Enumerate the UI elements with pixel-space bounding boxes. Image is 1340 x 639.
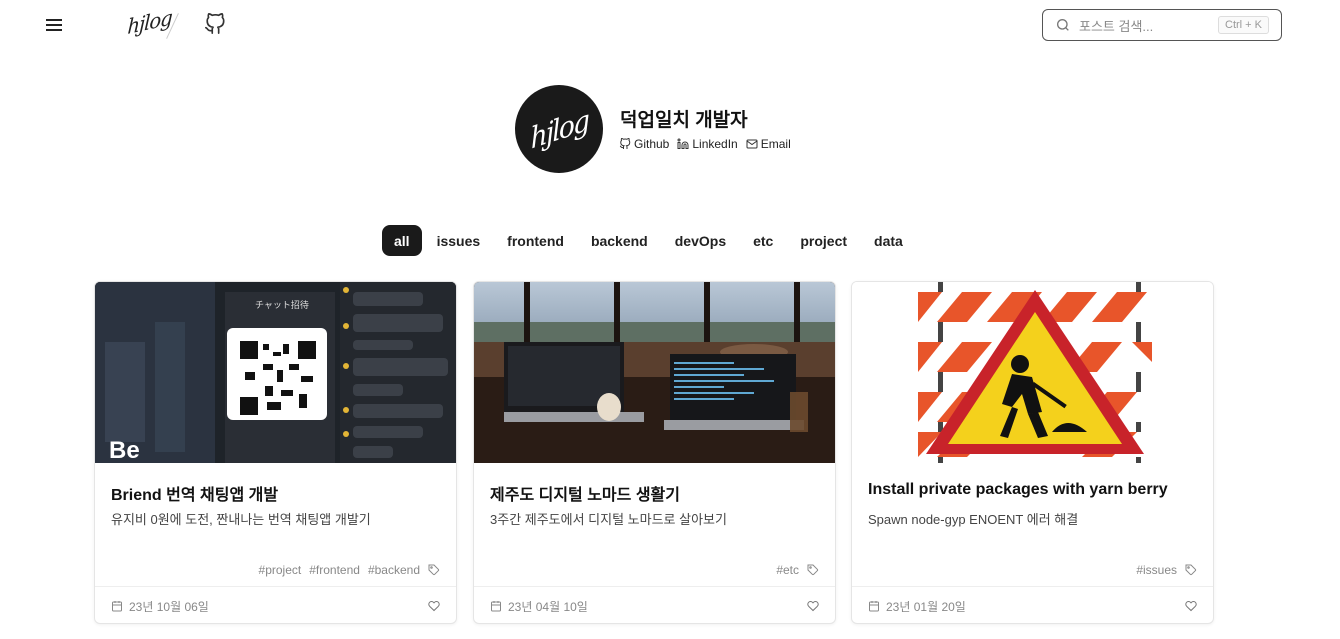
heart-icon[interactable] <box>428 600 440 612</box>
post-subtitle: Spawn node-gyp ENOENT 에러 해결 <box>868 512 1079 527</box>
avatar-logo: hjlog <box>529 102 589 156</box>
post-tags: #issues <box>1136 563 1197 577</box>
tag-icon <box>807 564 819 576</box>
profile-links: Github LinkedIn Email <box>619 137 791 151</box>
post-subtitle: 유지비 0원에 도전, 짠내나는 번역 채팅앱 개발기 <box>111 512 371 527</box>
post-tags: #etc <box>776 563 819 577</box>
thumbnail-caption: チャット招待 <box>255 299 309 311</box>
mail-icon <box>746 139 758 149</box>
profile-name: 덕업일치 개발자 <box>620 110 748 131</box>
tag-etc[interactable]: #etc <box>776 563 799 577</box>
post-thumbnail <box>852 282 1213 463</box>
post-card[interactable]: Install private packages with yarn berry… <box>851 281 1214 624</box>
tag-icon <box>1185 564 1197 576</box>
linkedin-label: LinkedIn <box>692 137 738 151</box>
email-link[interactable]: Email <box>746 137 791 151</box>
calendar-icon <box>491 601 501 612</box>
post-title: Install private packages with yarn berry <box>868 481 1168 498</box>
post-subtitle: 3주간 제주도에서 디지털 노마드로 살아보기 <box>490 512 727 527</box>
post-footer: 23년 01월 20일 <box>852 586 1213 623</box>
profile-section: hjlog 덕업일치 개발자 Github LinkedIn Email <box>515 85 815 175</box>
post-footer: 23년 04월 10일 <box>474 586 835 623</box>
github-icon[interactable] <box>204 13 226 35</box>
tab-all[interactable]: all <box>382 225 422 256</box>
tab-backend[interactable]: backend <box>579 225 660 256</box>
tab-etc[interactable]: etc <box>741 225 785 256</box>
avatar: hjlog <box>515 85 603 173</box>
linkedin-icon <box>677 138 689 149</box>
post-tags: #project #frontend #backend <box>259 563 440 577</box>
site-logo[interactable]: hjlog <box>127 5 173 39</box>
tag-icon <box>428 564 440 576</box>
post-card[interactable]: 제주도 디지털 노마드 생활기 3주간 제주도에서 디지털 노마드로 살아보기 … <box>473 281 836 624</box>
tab-issues[interactable]: issues <box>425 225 493 256</box>
github-icon <box>619 138 631 149</box>
github-link[interactable]: Github <box>619 137 669 151</box>
tab-project[interactable]: project <box>788 225 859 256</box>
menu-icon[interactable] <box>44 14 64 36</box>
post-footer: 23년 10월 06일 <box>95 586 456 623</box>
post-thumbnail: Be チャット招待 <box>95 282 456 463</box>
calendar-icon <box>869 601 879 612</box>
post-date: 23년 10월 06일 <box>129 599 209 614</box>
tab-devops[interactable]: devOps <box>663 225 738 256</box>
search-shortcut: Ctrl + K <box>1218 16 1269 34</box>
post-card[interactable]: Be チャット招待 Briend 번역 채팅앱 개발 유지비 0원에 도전, 짠… <box>94 281 457 624</box>
post-date: 23년 04월 10일 <box>508 599 588 614</box>
linkedin-link[interactable]: LinkedIn <box>677 137 738 151</box>
post-thumbnail <box>474 282 835 463</box>
tag-backend[interactable]: #backend <box>368 563 420 577</box>
heart-icon[interactable] <box>807 600 819 612</box>
tag-issues[interactable]: #issues <box>1136 563 1177 577</box>
calendar-icon <box>112 601 122 612</box>
post-date: 23년 01월 20일 <box>886 599 966 614</box>
tab-data[interactable]: data <box>862 225 915 256</box>
heart-icon[interactable] <box>1185 600 1197 612</box>
category-tabs: all issues frontend backend devOps etc p… <box>382 225 915 256</box>
post-title: 제주도 디지털 노마드 생활기 <box>490 487 680 504</box>
thumbnail-brand: Be <box>109 437 140 463</box>
email-label: Email <box>760 137 791 151</box>
tag-project[interactable]: #project <box>259 563 302 577</box>
search-icon <box>1057 19 1069 31</box>
search-input[interactable]: 포스트 검색... Ctrl + K <box>1042 9 1282 41</box>
post-title: Briend 번역 채팅앱 개발 <box>111 487 279 504</box>
tab-frontend[interactable]: frontend <box>495 225 576 256</box>
search-placeholder: 포스트 검색... <box>1079 18 1154 34</box>
top-header: hjlog 포스트 검색... Ctrl + K <box>0 0 1340 50</box>
github-label: Github <box>634 137 670 151</box>
tag-frontend[interactable]: #frontend <box>309 563 360 577</box>
